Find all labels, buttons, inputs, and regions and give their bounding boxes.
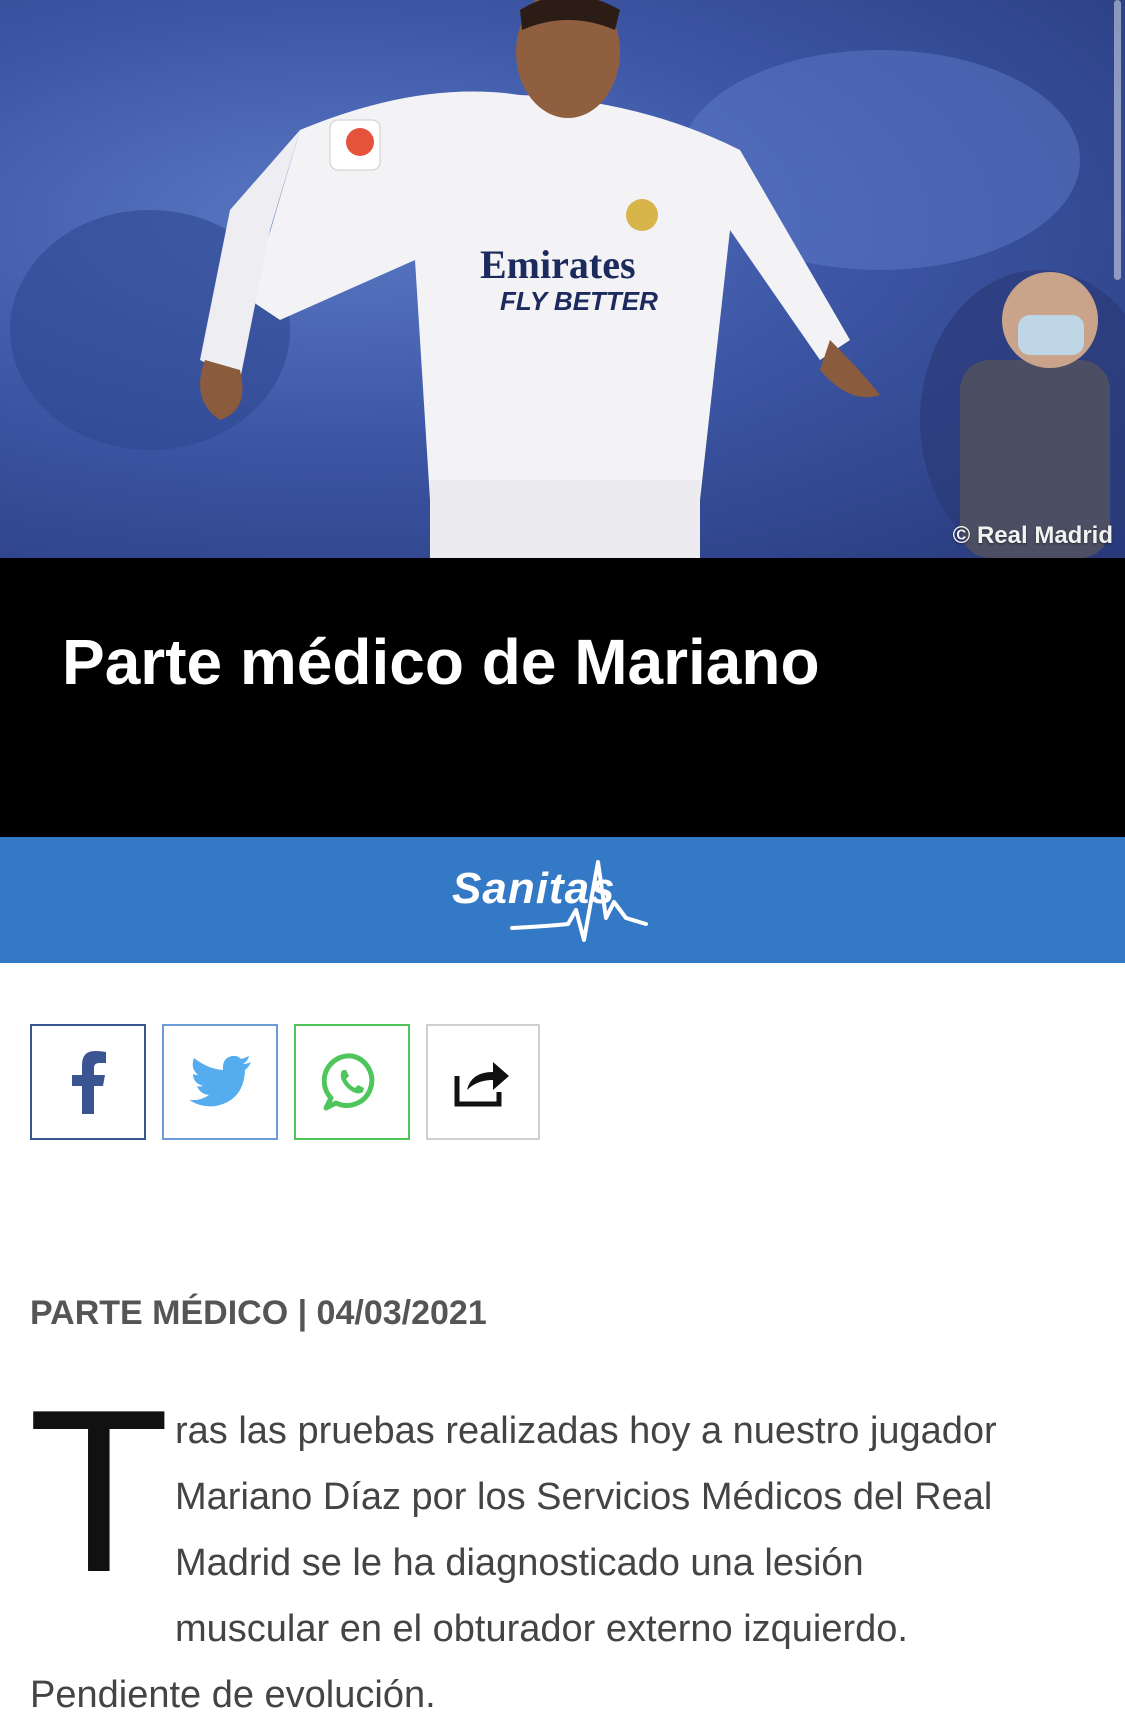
share-icon <box>454 1062 509 1107</box>
whatsapp-icon <box>322 1053 375 1111</box>
body-line: Mariano Díaz por los Servicios Médicos d… <box>175 1476 993 1518</box>
hero-image: Emirates FLY BETTER © Real Madrid <box>0 0 1125 558</box>
article-body: ras las pruebas realizadas hoy a nuestro… <box>175 1398 1095 1662</box>
whatsapp-share-button[interactable] <box>294 1024 410 1140</box>
facebook-share-button[interactable] <box>30 1024 146 1140</box>
player-photo: Emirates FLY BETTER <box>10 0 1125 558</box>
body-line-last: Pendiente de evolución. <box>30 1674 436 1716</box>
facebook-icon <box>72 1051 106 1114</box>
article-title: Parte médico de Mariano <box>62 626 820 698</box>
twitter-icon <box>189 1056 251 1107</box>
article-meta: PARTE MÉDICO | 04/03/2021 <box>30 1294 487 1332</box>
scrollbar-thumb[interactable] <box>1114 0 1121 280</box>
twitter-share-button[interactable] <box>162 1024 278 1140</box>
body-line: muscular en el obturador externo izquier… <box>175 1608 908 1650</box>
generic-share-button[interactable] <box>426 1024 540 1140</box>
svg-text:Emirates: Emirates <box>480 242 636 287</box>
drop-cap: T <box>28 1362 170 1621</box>
body-line: Madrid se le ha diagnosticado una lesión <box>175 1542 864 1584</box>
photo-credit: © Real Madrid <box>952 522 1113 549</box>
svg-text:FLY BETTER: FLY BETTER <box>500 286 658 316</box>
body-line: ras las pruebas realizadas hoy a nuestro… <box>175 1410 997 1452</box>
sponsor-name: Sanitas <box>452 864 616 913</box>
share-buttons <box>30 1024 540 1140</box>
